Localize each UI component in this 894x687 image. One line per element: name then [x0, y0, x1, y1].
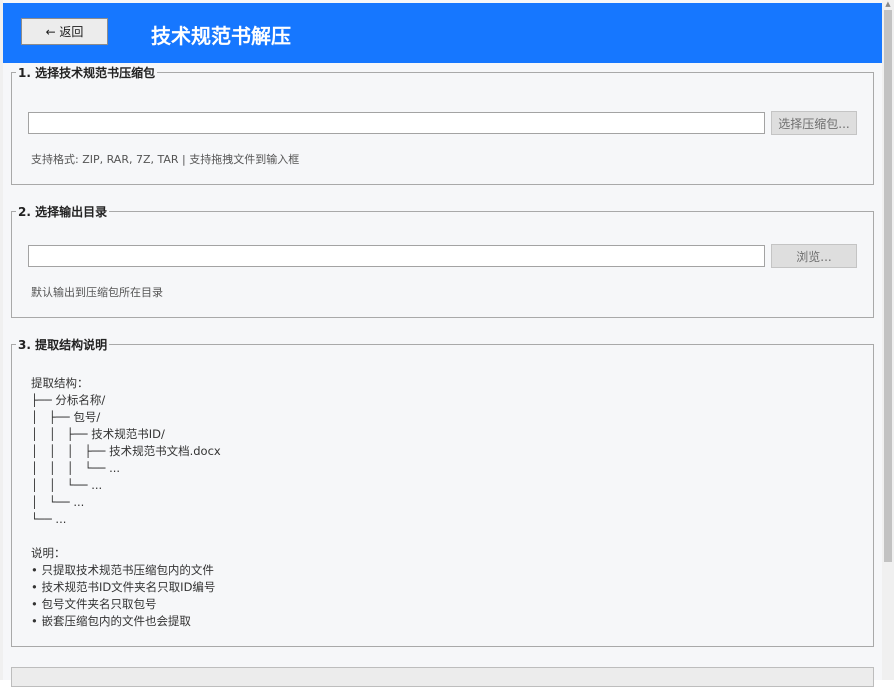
tree-line: │ │ │ ├── 技术规范书文档.docx — [31, 444, 221, 458]
bottom-panel — [11, 667, 874, 687]
back-button[interactable]: ← 返回 — [21, 18, 108, 45]
tree-line: │ │ ├── 技术规范书ID/ — [31, 427, 165, 441]
structure-description: 提取结构： ├── 分标名称/ │ ├── 包号/ │ │ ├── 技术规范书I… — [31, 375, 221, 630]
tree-line: │ │ │ └── ... — [31, 461, 121, 475]
scroll-up-icon[interactable]: ▲ — [884, 0, 892, 8]
structure-heading: 提取结构： — [31, 376, 89, 390]
structure-info-group: 3. 提取结构说明 提取结构： ├── 分标名称/ │ ├── 包号/ │ │ … — [11, 337, 874, 647]
note-item: • 技术规范书ID文件夹名只取ID编号 — [31, 580, 216, 594]
note-item: • 包号文件夹名只取包号 — [31, 597, 157, 611]
archive-select-group: 1. 选择技术规范书压缩包 选择压缩包... 支持格式: ZIP, RAR, 7… — [11, 65, 874, 185]
structure-info-legend: 3. 提取结构说明 — [16, 337, 110, 353]
window-left-edge — [0, 0, 3, 680]
archive-select-legend: 1. 选择技术规范书压缩包 — [16, 65, 158, 81]
tree-line: │ ├── 包号/ — [31, 410, 101, 424]
archive-format-hint: 支持格式: ZIP, RAR, 7Z, TAR | 支持拖拽文件到输入框 — [31, 153, 300, 166]
output-dir-input[interactable] — [28, 245, 765, 267]
output-dir-legend: 2. 选择输出目录 — [16, 204, 110, 220]
header-bar: ← 返回 技术规范书解压 — [3, 3, 882, 63]
browse-button[interactable]: 浏览... — [771, 244, 857, 268]
scrollbar-thumb[interactable] — [884, 10, 892, 562]
output-dir-hint: 默认输出到压缩包所在目录 — [31, 286, 163, 299]
note-item: • 只提取技术规范书压缩包内的文件 — [31, 563, 214, 577]
tree-line: │ │ └── ... — [31, 478, 103, 492]
tree-line: │ └── ... — [31, 495, 85, 509]
note-item: • 嵌套压缩包内的文件也会提取 — [31, 614, 191, 628]
tree-line: ├── 分标名称/ — [31, 393, 106, 407]
main-window: ← 返回 技术规范书解压 1. 选择技术规范书压缩包 选择压缩包... 支持格式… — [0, 0, 894, 687]
tree-line: └── ... — [31, 512, 67, 526]
archive-path-input[interactable] — [28, 112, 765, 134]
select-archive-button[interactable]: 选择压缩包... — [771, 111, 857, 135]
output-dir-group: 2. 选择输出目录 浏览... 默认输出到压缩包所在目录 — [11, 204, 874, 318]
page-title: 技术规范书解压 — [151, 24, 291, 48]
notes-heading: 说明： — [31, 546, 66, 560]
